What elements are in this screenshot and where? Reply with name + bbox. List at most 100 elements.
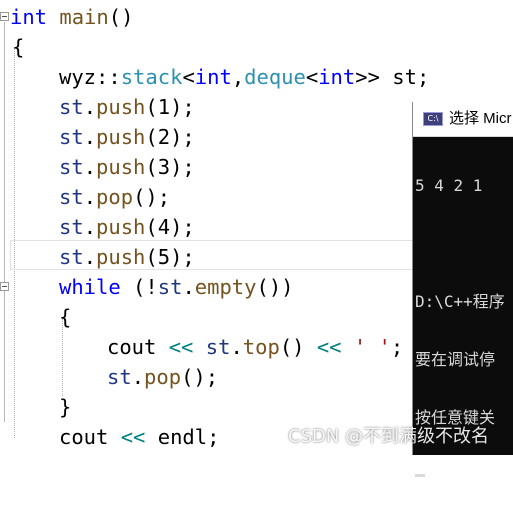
paren: (); xyxy=(181,365,219,389)
paren: ); xyxy=(170,215,195,239)
paren: ( xyxy=(145,245,158,269)
paren: ( xyxy=(145,215,158,239)
console-output: 5 4 2 1 D:\C++程序 要在调试停 按任意键关 xyxy=(415,138,513,515)
code-line-15[interactable]: cout << endl; xyxy=(59,422,219,452)
watermark: CSDN @不到满级不改名 xyxy=(288,426,490,447)
method: pop xyxy=(96,185,134,209)
paren: (! xyxy=(120,275,158,299)
variable: st xyxy=(205,335,231,359)
dot: . xyxy=(83,185,97,209)
variable: st xyxy=(107,365,132,389)
console-line: 5 4 2 1 xyxy=(415,176,483,195)
code-line-4[interactable]: st.push(1); xyxy=(59,92,195,122)
number: 5 xyxy=(157,245,171,269)
collapse-main-icon[interactable] xyxy=(0,12,9,21)
variable-decl: st; xyxy=(379,65,430,89)
editor-gutter xyxy=(0,0,10,455)
method: empty xyxy=(194,275,257,299)
dot: . xyxy=(83,245,97,269)
method: top xyxy=(242,335,280,359)
paren: ); xyxy=(170,155,195,179)
function-name: main xyxy=(47,5,109,29)
keyword: int xyxy=(194,65,232,89)
console-title: 选择 Micr xyxy=(449,110,512,127)
comma: , xyxy=(231,65,245,89)
variable: st xyxy=(157,275,183,299)
brace: { xyxy=(59,305,72,329)
paren: ); xyxy=(170,95,195,119)
paren: ( xyxy=(145,95,158,119)
method: push xyxy=(96,245,146,269)
scope-operator: :: xyxy=(96,65,121,89)
dot: . xyxy=(83,215,97,239)
paren: ( xyxy=(145,155,158,179)
code-line-5[interactable]: st.push(2); xyxy=(59,122,195,152)
method: push xyxy=(96,95,146,119)
stream-operator: << xyxy=(304,335,354,359)
method: push xyxy=(96,215,146,239)
console-title-bar[interactable]: C:\ 选择 Micr xyxy=(413,102,513,137)
variable: st xyxy=(59,185,84,209)
variable: st xyxy=(59,125,84,149)
dot: . xyxy=(83,95,97,119)
variable: st xyxy=(59,155,84,179)
stream-operator: << xyxy=(108,425,158,449)
dot: . xyxy=(131,365,145,389)
keyword-while: while xyxy=(59,275,121,299)
code-line-6[interactable]: st.push(3); xyxy=(59,152,195,182)
paren: ( xyxy=(145,125,158,149)
console-cursor xyxy=(415,474,425,477)
code-line-9[interactable]: st.push(5); xyxy=(59,242,195,272)
method: pop xyxy=(144,365,182,389)
dot: . xyxy=(230,335,243,359)
variable: st xyxy=(59,245,84,269)
paren: (); xyxy=(133,185,171,209)
console-line: 要在调试停 xyxy=(415,350,496,369)
angle-open: < xyxy=(305,65,319,89)
code-line-11[interactable]: { xyxy=(59,302,71,332)
number: 2 xyxy=(157,125,171,149)
paren: ); xyxy=(170,125,195,149)
code-line-14[interactable]: } xyxy=(59,392,71,422)
code-line-10[interactable]: while (!st.empty()) xyxy=(59,272,294,302)
brace: { xyxy=(12,35,25,59)
number: 3 xyxy=(157,155,171,179)
console-window[interactable]: C:\ 选择 Micr 5 4 2 1 D:\C++程序 要在调试停 按任意键关 xyxy=(412,102,513,477)
angle-close: >> xyxy=(355,65,380,89)
variable: st xyxy=(59,215,84,239)
number: 1 xyxy=(157,95,171,119)
keyword: int xyxy=(318,65,356,89)
cout-identifier: cout xyxy=(107,335,157,359)
type-deque: deque xyxy=(244,65,306,89)
code-line-1[interactable]: int main() xyxy=(10,2,133,32)
endl-identifier: endl xyxy=(157,425,208,449)
code-line-2[interactable]: { xyxy=(12,32,24,62)
code-line-13[interactable]: st.pop(); xyxy=(107,362,218,392)
code-line-7[interactable]: st.pop(); xyxy=(59,182,170,212)
dot: . xyxy=(182,275,195,299)
paren: () xyxy=(279,335,305,359)
type-stack: stack xyxy=(120,65,183,89)
console-app-icon: C:\ xyxy=(423,112,443,126)
code-line-12[interactable]: cout << st.top() << ' '; xyxy=(107,332,403,362)
code-line-8[interactable]: st.push(4); xyxy=(59,212,195,242)
semicolon: ; xyxy=(390,335,404,359)
paren: ); xyxy=(170,245,195,269)
namespace: wyz xyxy=(59,65,97,89)
dot: . xyxy=(83,125,97,149)
brace: } xyxy=(59,395,72,419)
dot: . xyxy=(83,155,97,179)
stream-operator: << xyxy=(156,335,206,359)
fold-guide-line xyxy=(4,22,5,422)
semicolon: ; xyxy=(207,425,220,449)
code-line-3[interactable]: wyz::stack<int,deque<int>> st; xyxy=(59,62,429,92)
paren: ()) xyxy=(256,275,294,299)
method: push xyxy=(96,155,146,179)
method: push xyxy=(96,125,146,149)
punctuation: () xyxy=(108,5,134,29)
angle-open: < xyxy=(182,65,195,89)
cout-identifier: cout xyxy=(59,425,109,449)
number: 4 xyxy=(157,215,171,239)
collapse-while-icon[interactable] xyxy=(0,282,9,291)
